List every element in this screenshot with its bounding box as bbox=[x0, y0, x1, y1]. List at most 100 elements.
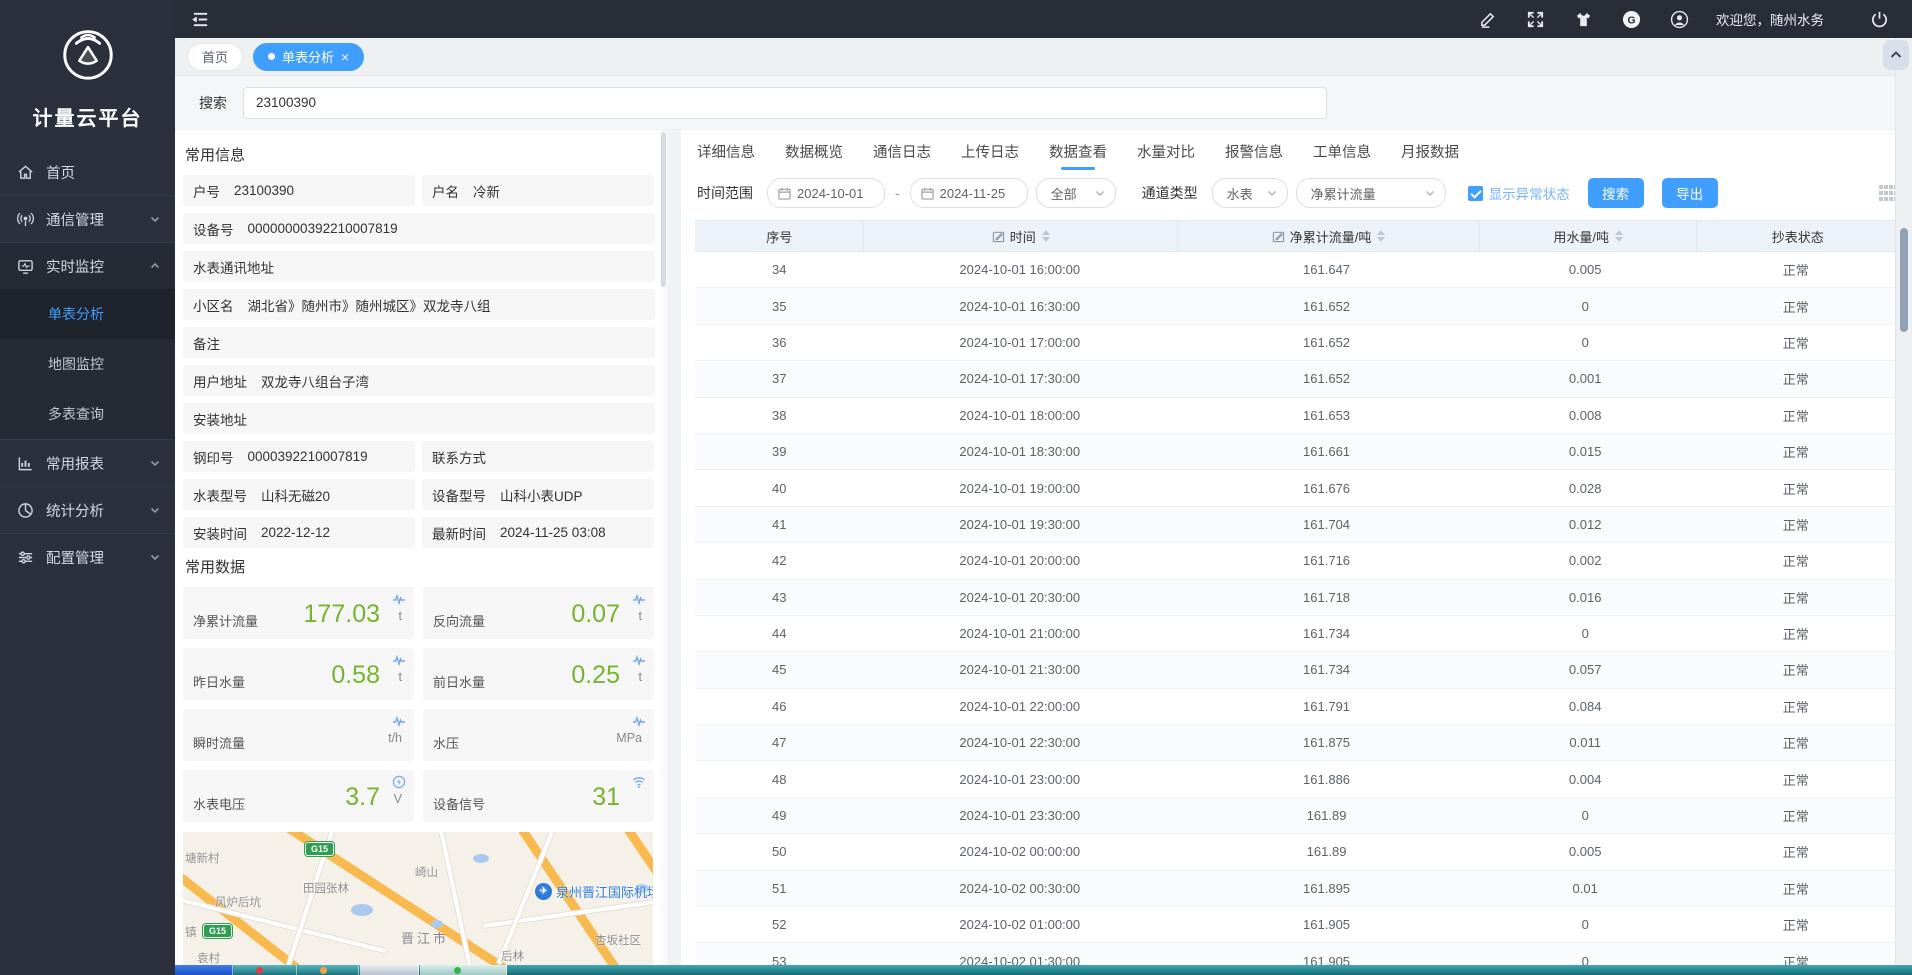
pie-icon bbox=[16, 501, 34, 519]
cell: 0 bbox=[1477, 798, 1694, 833]
close-tab-icon[interactable]: × bbox=[341, 50, 349, 64]
sidebar-item-statistics-analysis[interactable]: 统计分析 bbox=[0, 486, 175, 533]
pulse-icon bbox=[392, 714, 406, 728]
sort-icons[interactable] bbox=[1042, 230, 1050, 242]
sidebar-item-config-management[interactable]: 配置管理 bbox=[0, 533, 175, 580]
cell: 正常 bbox=[1693, 288, 1898, 323]
avatar-icon[interactable] bbox=[1668, 8, 1690, 30]
cell: 2024-10-01 17:30:00 bbox=[863, 361, 1176, 396]
cell: 0.008 bbox=[1477, 398, 1694, 433]
info-section-title: 常用信息 bbox=[185, 144, 655, 165]
column-header-1[interactable]: 时间 bbox=[864, 221, 1178, 251]
table-row: 432024-10-01 20:30:00161.7180.016正常 bbox=[695, 580, 1898, 616]
sidebar-item-communication-management[interactable]: 通信管理 bbox=[0, 195, 175, 242]
show-abnormal-checkbox[interactable]: 显示异常状态 bbox=[1468, 183, 1570, 203]
sort-icons[interactable] bbox=[1377, 230, 1385, 242]
range-select[interactable]: 全部 bbox=[1036, 178, 1116, 208]
stat-card: 昨日水量0.58t bbox=[183, 648, 414, 700]
cell: 0 bbox=[1477, 325, 1694, 360]
metric-select[interactable]: 净累计流量 bbox=[1296, 178, 1446, 208]
scroll-top-button[interactable] bbox=[1883, 40, 1909, 70]
taskbar-window-button[interactable] bbox=[420, 965, 507, 975]
tab-data-view[interactable]: 数据查看 bbox=[1047, 131, 1109, 172]
sidebar-item-label: 首页 bbox=[46, 162, 161, 183]
scrollbar-thumb[interactable] bbox=[1900, 228, 1908, 332]
cell: 正常 bbox=[1693, 507, 1898, 542]
map-poi-airport[interactable]: ✈ 泉州晋江国际机场 bbox=[535, 882, 653, 901]
info-field: 联系方式 bbox=[422, 441, 654, 472]
cell: 2024-10-01 17:00:00 bbox=[863, 325, 1176, 360]
chevron-down-icon bbox=[149, 504, 161, 516]
taskbar-window-button[interactable] bbox=[175, 965, 233, 975]
cell: 38 bbox=[695, 398, 863, 433]
detail-tabs: 详细信息数据概览通信日志上传日志数据查看水量对比报警信息工单信息月报数据 bbox=[695, 130, 1898, 172]
cell: 51 bbox=[695, 871, 863, 906]
cell: 2024-10-01 16:00:00 bbox=[863, 252, 1176, 287]
sort-icons[interactable] bbox=[1615, 230, 1623, 242]
left-panel-scrollbar[interactable] bbox=[660, 130, 667, 965]
theme-shirt-icon[interactable] bbox=[1572, 8, 1594, 30]
column-header-3[interactable]: 用水量/吨 bbox=[1480, 221, 1698, 251]
tab-monthly-report[interactable]: 月报数据 bbox=[1399, 131, 1461, 172]
checkbox-checked-icon[interactable] bbox=[1468, 186, 1483, 201]
tab-home[interactable]: 首页 bbox=[187, 43, 243, 71]
cell: 161.89 bbox=[1176, 834, 1477, 869]
edit-column-icon bbox=[992, 230, 1005, 243]
column-header-2[interactable]: 净累计流量/吨 bbox=[1178, 221, 1480, 251]
stat-value: 0.25 bbox=[571, 661, 620, 690]
sidebar-item-single-meter-analysis[interactable]: 单表分析 bbox=[0, 289, 175, 339]
tab-data-overview[interactable]: 数据概览 bbox=[783, 131, 845, 172]
collapse-menu-icon[interactable] bbox=[189, 8, 211, 30]
power-icon[interactable] bbox=[1868, 8, 1890, 30]
table-row: 352024-10-01 16:30:00161.6520正常 bbox=[695, 288, 1898, 324]
tab-upload-log[interactable]: 上传日志 bbox=[959, 131, 1021, 172]
calendar-icon bbox=[921, 187, 934, 200]
column-header-4[interactable]: 抄表状态 bbox=[1697, 221, 1898, 251]
sidebar-item-realtime-monitoring[interactable]: 实时监控 bbox=[0, 242, 175, 289]
scrollbar-thumb[interactable] bbox=[661, 132, 666, 287]
detail-panel: 详细信息数据概览通信日志上传日志数据查看水量对比报警信息工单信息月报数据 时间范… bbox=[681, 130, 1912, 965]
end-date-input[interactable]: 2024-11-25 bbox=[910, 178, 1028, 208]
edit-icon[interactable] bbox=[1476, 8, 1498, 30]
tab-detail-info[interactable]: 详细信息 bbox=[695, 131, 757, 172]
cell: 正常 bbox=[1693, 907, 1898, 942]
field-label: 设备型号 bbox=[432, 485, 486, 505]
cell: 正常 bbox=[1693, 761, 1898, 796]
taskbar-window-button[interactable] bbox=[298, 965, 359, 975]
taskbar-window-button[interactable] bbox=[234, 965, 297, 975]
tab-comm-log[interactable]: 通信日志 bbox=[871, 131, 933, 172]
wifi-icon bbox=[632, 775, 646, 789]
cell: 48 bbox=[695, 761, 863, 796]
sidebar-item-multi-meter-query[interactable]: 多表查询 bbox=[0, 389, 175, 439]
map-place-label: 塘新村 bbox=[185, 850, 220, 866]
sidebar-item-map-monitoring[interactable]: 地图监控 bbox=[0, 339, 175, 389]
g-circle-icon[interactable]: G bbox=[1620, 8, 1642, 30]
mini-map[interactable]: G15G15 塘新村田园张林崎山风炉后坑晋江市后林杏坂社区袁村镇 ✈ 泉州晋江国… bbox=[183, 832, 653, 965]
tab-water-compare[interactable]: 水量对比 bbox=[1135, 131, 1197, 172]
start-date-input[interactable]: 2024-10-01 bbox=[767, 178, 885, 208]
cell: 2024-10-01 16:30:00 bbox=[863, 288, 1176, 323]
field-value: 山科小表UDP bbox=[500, 485, 583, 505]
field-value: 双龙寺八组台子湾 bbox=[261, 371, 369, 391]
stat-label: 反向流量 bbox=[433, 611, 485, 630]
tab-single-meter-analysis[interactable]: 单表分析 × bbox=[253, 43, 364, 71]
fullscreen-icon[interactable] bbox=[1524, 8, 1546, 30]
stat-label: 水表电压 bbox=[193, 794, 245, 813]
taskbar-window-button[interactable] bbox=[360, 965, 419, 975]
column-header-0[interactable]: 序号 bbox=[695, 221, 864, 251]
window-scrollbar[interactable] bbox=[1895, 38, 1912, 965]
search-button[interactable]: 搜索 bbox=[1588, 178, 1644, 208]
svg-text:G: G bbox=[1627, 15, 1635, 26]
range-select-value: 全部 bbox=[1051, 184, 1077, 203]
search-input[interactable] bbox=[243, 87, 1327, 119]
cell: 161.661 bbox=[1176, 434, 1477, 469]
tab-workorder-info[interactable]: 工单信息 bbox=[1311, 131, 1373, 172]
road-badge: G15 bbox=[305, 842, 334, 856]
field-label: 小区名 bbox=[193, 295, 234, 315]
tab-alarm-info[interactable]: 报警信息 bbox=[1223, 131, 1285, 172]
sidebar-item-home[interactable]: 首页 bbox=[0, 149, 175, 195]
cell: 2024-10-01 21:30:00 bbox=[863, 652, 1176, 687]
channel-select[interactable]: 水表 bbox=[1212, 178, 1288, 208]
export-button[interactable]: 导出 bbox=[1662, 178, 1718, 208]
sidebar-item-common-reports[interactable]: 常用报表 bbox=[0, 439, 175, 486]
